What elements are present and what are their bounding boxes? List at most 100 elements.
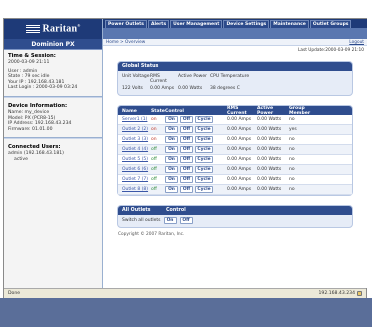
nav-subbar	[103, 28, 367, 39]
brand-name: Raritan	[42, 23, 78, 35]
outlet-controls: On Off Cycle	[165, 186, 227, 193]
table-row: Outlet 6 (6) off On Off Cycle 0.00 Amps 0.00 W…	[118, 165, 352, 175]
brand-logo: Raritan®	[43, 23, 81, 34]
outlet-controls: On Off Cycle	[165, 146, 227, 153]
table-row: Outlet 7 (7) off On Off Cycle 0.00 Amps 0.00 W…	[118, 175, 352, 185]
outlet-cycle-button[interactable]: Cycle	[195, 186, 213, 193]
outlet-off-button[interactable]: Off	[180, 186, 193, 193]
outlet-on-button[interactable]: On	[165, 126, 178, 133]
outlet-name-link[interactable]: Outlet 6 (6)	[122, 167, 151, 172]
divider	[4, 137, 102, 140]
product-name: Dominion PX	[4, 39, 102, 50]
tab-outlet-groups[interactable]: Outlet Groups	[309, 20, 352, 28]
logout-link[interactable]: Logout	[349, 40, 364, 45]
raritan-logo-icon	[25, 24, 40, 34]
outlet-off-button[interactable]: Off	[180, 166, 193, 173]
outer-frame-right	[367, 18, 372, 298]
outlet-group-member: no	[289, 187, 295, 192]
outlet-state: off	[151, 157, 157, 162]
copyright: Copyright © 2007 Raritan, Inc.	[118, 232, 185, 237]
outlet-cycle-button[interactable]: Cycle	[195, 116, 213, 123]
outlet-active-power: 0.00 Watts	[257, 157, 282, 162]
outlet-state: off	[151, 177, 157, 182]
outlets-table-header: Name State Control RMS Current Active Po…	[118, 106, 352, 116]
col-group-member: Group Member	[289, 106, 311, 116]
breadcrumb[interactable]: Home > Overview	[106, 40, 145, 45]
outlet-cycle-button[interactable]: Cycle	[195, 126, 213, 133]
outlet-off-button[interactable]: Off	[180, 156, 193, 163]
outlet-on-button[interactable]: On	[165, 176, 178, 183]
outlet-on-button[interactable]: On	[165, 156, 178, 163]
outlet-name-link[interactable]: Outlet 5 (5)	[122, 157, 151, 162]
outlet-state: on	[151, 117, 157, 122]
outlet-cycle-button[interactable]: Cycle	[195, 176, 213, 183]
outlet-name-link[interactable]: Outlet 2 (2)	[122, 127, 151, 132]
outlet-group-member: no	[289, 167, 295, 172]
outlet-name-link[interactable]: Server1 (1)	[122, 117, 151, 122]
gs-header-cpu-temp: CPU Temperature	[210, 74, 250, 79]
gs-value-cpu-temp: 38 degrees C	[210, 86, 240, 91]
connected-users-section: Connected Users: admin (192.168.43.181) …	[4, 141, 102, 165]
outlet-off-button[interactable]: Off	[180, 136, 193, 143]
table-row: Outlet 8 (8) off On Off Cycle 0.00 Amps 0.00 W…	[118, 185, 352, 195]
outlet-group-member: no	[289, 117, 295, 122]
all-outlets-control-label: Control	[166, 208, 186, 213]
col-rms-current: RMS Current	[227, 106, 247, 116]
outlet-active-power: 0.00 Watts	[257, 137, 282, 142]
device-firmware: Firmware: 01.01.00	[8, 126, 53, 132]
brand-trademark: ®	[77, 23, 81, 29]
outlet-off-button[interactable]: Off	[180, 176, 193, 183]
gs-value-voltage: 122 Volts	[122, 86, 143, 91]
outlet-state: off	[151, 147, 157, 152]
table-row: Outlet 3 (3) on On Off Cycle 0.00 Amps 0.00 Wa…	[118, 135, 352, 145]
outlet-rms-current: 0.00 Amps	[227, 167, 252, 172]
top-nav: Power Outlets Alerts User Management Dev…	[103, 19, 367, 28]
outlet-name-link[interactable]: Outlet 8 (8)	[122, 187, 151, 192]
device-section: Device Information: Name: my_device Mode…	[4, 100, 102, 135]
outlet-on-button[interactable]: On	[165, 186, 178, 193]
outlet-off-button[interactable]: Off	[180, 146, 193, 153]
session-section: Time & Session: 2000-03-09 21:11 User : …	[4, 50, 102, 94]
outlet-name-link[interactable]: Outlet 4 (4)	[122, 147, 151, 152]
all-outlets-header: All Outlets Control	[118, 206, 352, 215]
outlet-cycle-button[interactable]: Cycle	[195, 156, 213, 163]
connected-user-status: active	[14, 156, 28, 162]
outlet-cycle-button[interactable]: Cycle	[195, 146, 213, 153]
tab-user-management[interactable]: User Management	[170, 20, 223, 28]
outlet-on-button[interactable]: On	[165, 116, 178, 123]
global-status-panel: Global Status Unit Voltage RMS Current A…	[117, 61, 353, 96]
outlet-cycle-button[interactable]: Cycle	[195, 166, 213, 173]
outlet-rms-current: 0.00 Amps	[227, 157, 252, 162]
outlets-table: Name State Control RMS Current Active Po…	[117, 105, 353, 196]
outlet-on-button[interactable]: On	[165, 136, 178, 143]
outlet-on-button[interactable]: On	[165, 146, 178, 153]
tab-device-settings[interactable]: Device Settings	[223, 20, 270, 28]
outlet-cycle-button[interactable]: Cycle	[195, 136, 213, 143]
outlet-off-button[interactable]: Off	[180, 126, 193, 133]
table-row: Server1 (1) on On Off Cycle 0.00 Amps 0.00 Wat…	[118, 115, 352, 125]
all-off-button[interactable]: Off	[179, 217, 193, 224]
all-outlets-title: All Outlets	[122, 208, 151, 213]
outlet-name-link[interactable]: Outlet 7 (7)	[122, 177, 151, 182]
outlet-controls: On Off Cycle	[165, 136, 227, 143]
outlet-on-button[interactable]: On	[165, 166, 178, 173]
outlet-group-member: no	[289, 177, 295, 182]
divider	[4, 95, 102, 98]
device-title: Device Information:	[8, 102, 68, 109]
tab-maintenance[interactable]: Maintenance	[270, 20, 309, 28]
outlet-off-button[interactable]: Off	[180, 116, 193, 123]
switch-all-label: Switch all outlets	[122, 218, 161, 223]
lock-icon	[357, 291, 362, 296]
outlet-name-link[interactable]: Outlet 3 (3)	[122, 137, 151, 142]
outlet-controls: On Off Cycle	[165, 176, 227, 183]
browser-status-bar: Done 192.168.43.234	[4, 288, 366, 298]
tab-alerts[interactable]: Alerts	[148, 20, 170, 28]
global-status-title: Global Status	[118, 62, 352, 71]
gs-value-current: 0.00 Amps	[150, 86, 175, 91]
all-outlets-panel: All Outlets Control Switch all outlets O…	[117, 205, 353, 228]
gs-header-current: RMS Current	[150, 74, 167, 84]
outlet-rms-current: 0.00 Amps	[227, 117, 252, 122]
table-row: Outlet 5 (5) off On Off Cycle 0.00 Amps 0.00 W…	[118, 155, 352, 165]
tab-power-outlets[interactable]: Power Outlets	[105, 20, 147, 28]
all-on-button[interactable]: On	[163, 217, 177, 224]
